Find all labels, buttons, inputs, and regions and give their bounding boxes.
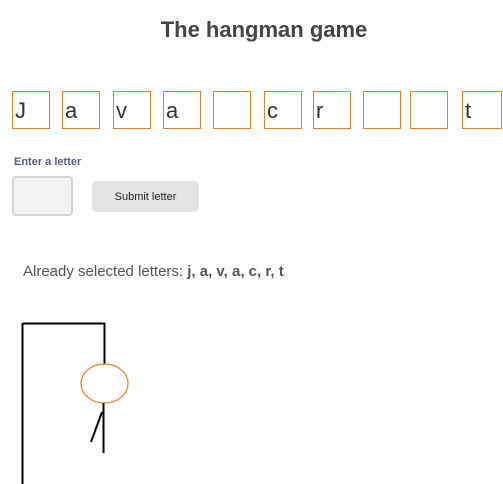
hangman-page: The hangman game J a v a c r t Enter a l… <box>0 0 503 484</box>
hangman-left-arm <box>90 411 103 443</box>
hangman-drawing <box>21 322 129 484</box>
hangman-head <box>80 363 129 404</box>
